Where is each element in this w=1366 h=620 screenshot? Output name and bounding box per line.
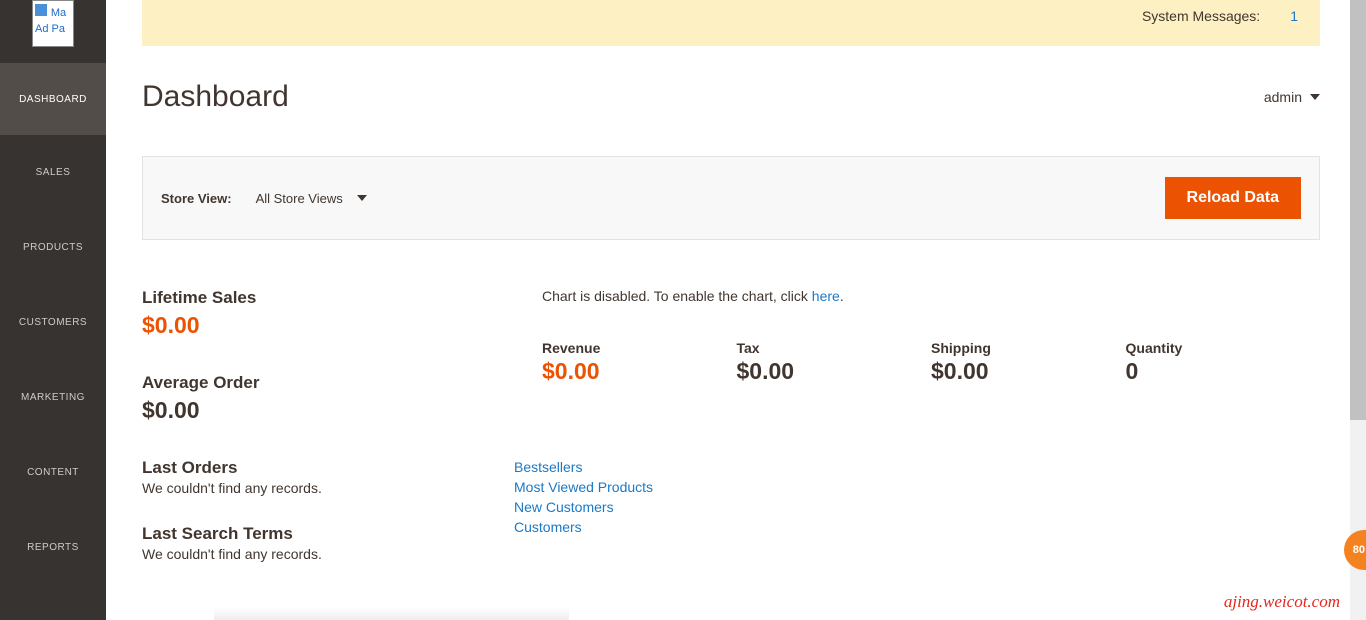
main-content: System Messages: 1 Dashboard admin Store… (106, 0, 1350, 620)
reload-data-button[interactable]: Reload Data (1165, 177, 1301, 219)
user-name: admin (1264, 89, 1302, 105)
metrics-row: Revenue $0.00 Tax $0.00 Shipping $0.00 Q… (542, 340, 1320, 385)
logo[interactable]: Ma Ad Pa (32, 0, 74, 47)
tab-most-viewed[interactable]: Most Viewed Products (514, 477, 1320, 497)
bottom-shadow (214, 608, 569, 620)
metric-shipping-value: $0.00 (931, 358, 1126, 385)
sidebar-item-label: REPORTS (27, 542, 79, 553)
tab-bestsellers[interactable]: Bestsellers (514, 457, 1320, 477)
metric-tax-value: $0.00 (737, 358, 932, 385)
dashboard-tab-links: Bestsellers Most Viewed Products New Cus… (514, 457, 1320, 537)
sidebar-item-label: PRODUCTS (23, 242, 83, 253)
chart-enable-link[interactable]: here (812, 288, 840, 304)
scrollbar-thumb[interactable] (1350, 0, 1366, 420)
page-title: Dashboard (142, 80, 289, 114)
sidebar-nav: Ma Ad Pa DASHBOARD SALES PRODUCTS CUSTOM… (0, 0, 106, 620)
chart-msg-before: Chart is disabled. To enable the chart, … (542, 288, 812, 304)
lifetime-sales-label: Lifetime Sales (142, 288, 542, 308)
average-order-label: Average Order (142, 373, 542, 393)
metric-quantity-value: 0 (1126, 358, 1321, 385)
sidebar-item-label: CUSTOMERS (19, 317, 87, 328)
dashboard-content: Lifetime Sales $0.00 Average Order $0.00… (106, 240, 1350, 590)
tab-customers[interactable]: Customers (514, 517, 1320, 537)
chevron-down-icon (1310, 94, 1320, 100)
page-header: Dashboard admin (106, 46, 1350, 114)
watermark: ajing.weicot.com (1224, 592, 1340, 612)
sidebar-item-content[interactable]: CONTENT (0, 435, 106, 510)
user-dropdown[interactable]: admin (1264, 89, 1320, 105)
chevron-down-icon (357, 195, 367, 201)
chart-disabled-message: Chart is disabled. To enable the chart, … (542, 288, 1320, 304)
tab-new-customers[interactable]: New Customers (514, 497, 1320, 517)
metric-tax-label: Tax (737, 340, 932, 356)
last-search-section: Last Search Terms We couldn't find any r… (142, 524, 542, 562)
sidebar-item-sales[interactable]: SALES (0, 135, 106, 210)
sidebar-item-customers[interactable]: CUSTOMERS (0, 285, 106, 360)
sidebar-item-label: MARKETING (21, 392, 85, 403)
left-column: Lifetime Sales $0.00 Average Order $0.00… (142, 288, 542, 590)
metric-quantity-label: Quantity (1126, 340, 1321, 356)
sidebar-item-reports[interactable]: REPORTS (0, 510, 106, 585)
store-view-value: All Store Views (256, 191, 343, 206)
sidebar-item-label: SALES (36, 167, 71, 178)
system-messages-bar[interactable]: System Messages: 1 (142, 0, 1320, 46)
metric-revenue-label: Revenue (542, 340, 737, 356)
metric-tax: Tax $0.00 (737, 340, 932, 385)
last-search-empty: We couldn't find any records. (142, 546, 542, 562)
broken-image-icon (35, 4, 47, 16)
metric-shipping: Shipping $0.00 (931, 340, 1126, 385)
lifetime-sales-value: $0.00 (142, 312, 542, 339)
average-order-value: $0.00 (142, 397, 542, 424)
metric-quantity: Quantity 0 (1126, 340, 1321, 385)
last-search-title: Last Search Terms (142, 524, 542, 544)
metric-revenue: Revenue $0.00 (542, 340, 737, 385)
system-messages-count[interactable]: 1 (1290, 8, 1304, 24)
last-orders-section: Last Orders We couldn't find any records… (142, 458, 542, 496)
lifetime-sales-block: Lifetime Sales $0.00 (142, 288, 542, 339)
scrollbar-track[interactable] (1350, 0, 1366, 620)
store-view-select[interactable]: All Store Views (256, 191, 367, 206)
metric-revenue-value: $0.00 (542, 358, 737, 385)
sidebar-item-dashboard[interactable]: DASHBOARD (0, 63, 106, 135)
system-messages-label: System Messages: (1142, 8, 1260, 24)
sidebar-item-products[interactable]: PRODUCTS (0, 210, 106, 285)
metric-shipping-label: Shipping (931, 340, 1126, 356)
last-orders-title: Last Orders (142, 458, 542, 478)
last-orders-empty: We couldn't find any records. (142, 480, 542, 496)
toolbar: Store View: All Store Views Reload Data (142, 156, 1320, 240)
sidebar-item-label: CONTENT (27, 467, 79, 478)
chart-msg-after: . (840, 288, 844, 304)
sidebar-item-marketing[interactable]: MARKETING (0, 360, 106, 435)
store-view-label: Store View: (161, 191, 232, 206)
right-column: Chart is disabled. To enable the chart, … (542, 288, 1320, 590)
sidebar-item-label: DASHBOARD (19, 94, 87, 105)
average-order-block: Average Order $0.00 (142, 373, 542, 424)
